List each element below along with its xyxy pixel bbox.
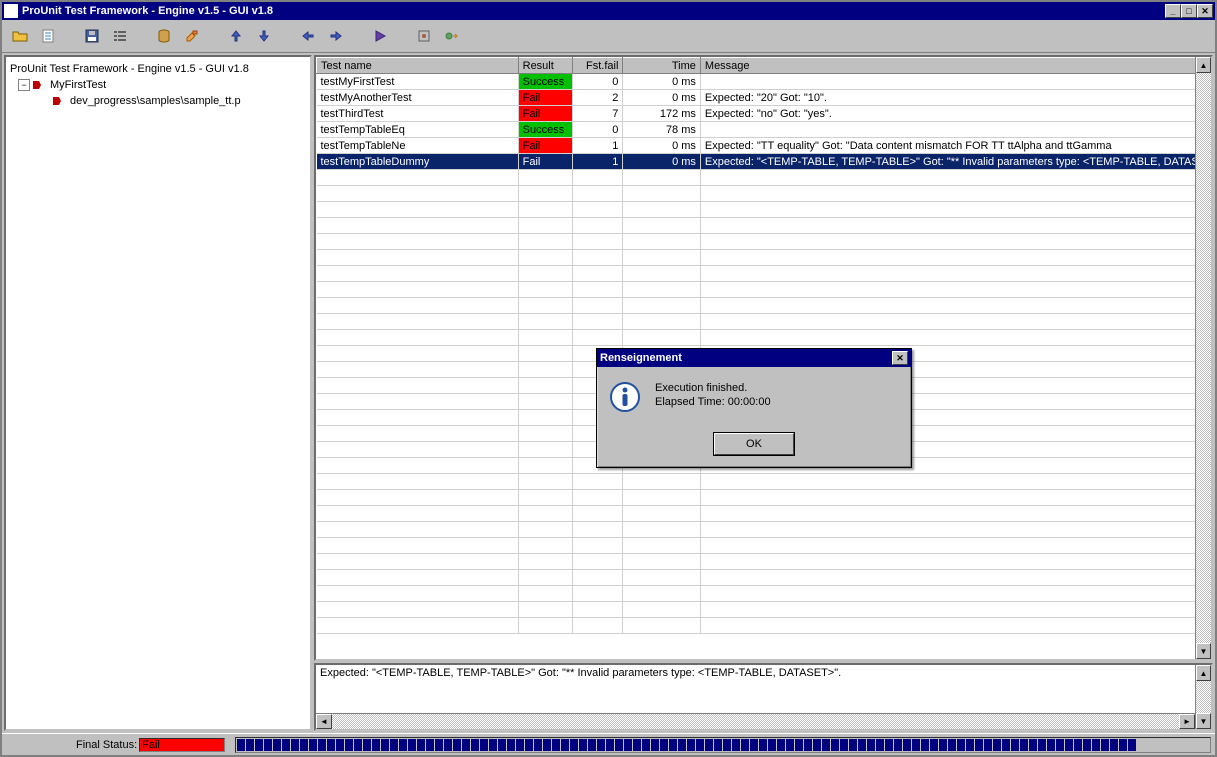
clear-button[interactable] [180,24,204,48]
scroll-up-icon[interactable]: ▲ [1196,665,1211,681]
dialog-message: Execution finished. Elapsed Time: 00:00:… [655,381,771,409]
table-row[interactable] [317,490,1211,506]
final-status-label: Final Status: [76,739,137,751]
table-row[interactable] [317,202,1211,218]
scroll-left-icon[interactable]: ◄ [316,714,332,729]
back-button[interactable] [296,24,320,48]
table-row[interactable] [317,506,1211,522]
scroll-down-icon[interactable]: ▼ [1196,713,1211,729]
table-row[interactable]: testMyAnotherTestFail20 msExpected: "20"… [317,90,1211,106]
detail-vscrollbar[interactable]: ▲ ▼ [1195,665,1211,729]
detail-hscrollbar[interactable]: ◄ ► [316,713,1195,729]
statusbar: Final Status: Fail [2,733,1215,755]
move-down-button[interactable] [252,24,276,48]
table-row[interactable] [317,474,1211,490]
close-button[interactable]: ✕ [1197,4,1213,18]
table-row[interactable]: testThirdTestFail7172 msExpected: "no" G… [317,106,1211,122]
table-row[interactable] [317,266,1211,282]
col-result[interactable]: Result [518,58,572,74]
tree-root[interactable]: ProUnit Test Framework - Engine v1.5 - G… [10,61,306,77]
dialog-close-button[interactable]: ✕ [892,351,908,365]
table-row[interactable] [317,250,1211,266]
toolbar [2,20,1215,53]
list-button[interactable] [108,24,132,48]
move-up-button[interactable] [224,24,248,48]
table-row[interactable] [317,298,1211,314]
table-row[interactable] [317,602,1211,618]
scroll-right-icon[interactable]: ► [1179,714,1195,729]
forward-button[interactable] [324,24,348,48]
tree-panel[interactable]: ProUnit Test Framework - Engine v1.5 - G… [4,55,312,731]
scroll-down-icon[interactable]: ▼ [1196,643,1211,659]
info-dialog: Renseignement ✕ Execution finished. Elap… [596,348,912,468]
table-row[interactable] [317,314,1211,330]
edit-button[interactable] [36,24,60,48]
table-row[interactable] [317,186,1211,202]
detail-text: Expected: "<TEMP-TABLE, TEMP-TABLE>" Got… [320,667,1207,679]
col-message[interactable]: Message [700,58,1210,74]
ok-button[interactable]: OK [714,433,794,455]
table-row[interactable] [317,554,1211,570]
progress-bar [235,737,1211,753]
window-title: ProUnit Test Framework - Engine v1.5 - G… [22,5,1165,17]
table-row[interactable]: testTempTableEqSuccess078 ms [317,122,1211,138]
database-button[interactable] [152,24,176,48]
maximize-button[interactable]: □ [1181,4,1197,18]
table-row[interactable] [317,586,1211,602]
table-row[interactable] [317,282,1211,298]
open-folder-button[interactable] [8,24,32,48]
table-row[interactable] [317,218,1211,234]
table-row[interactable] [317,330,1211,346]
table-row[interactable] [317,538,1211,554]
info-icon [609,381,641,413]
titlebar: ProUnit Test Framework - Engine v1.5 - G… [2,2,1215,20]
dialog-title: Renseignement [600,352,892,364]
tree-item[interactable]: dev_progress\samples\sample_tt.p [10,93,306,109]
run-button[interactable] [368,24,392,48]
save-button[interactable] [80,24,104,48]
final-status-value: Fail [139,738,225,752]
table-row[interactable] [317,234,1211,250]
dialog-titlebar: Renseignement ✕ [597,349,911,367]
table-row[interactable] [317,170,1211,186]
grid-vscrollbar[interactable]: ▲ ▼ [1195,57,1211,659]
table-row[interactable] [317,570,1211,586]
collapse-icon[interactable]: − [18,79,30,91]
col-time[interactable]: Time [623,58,701,74]
detail-panel[interactable]: Expected: "<TEMP-TABLE, TEMP-TABLE>" Got… [314,663,1213,731]
scroll-up-icon[interactable]: ▲ [1196,57,1211,73]
table-row[interactable]: testTempTableDummyFail10 msExpected: "<T… [317,154,1211,170]
config-button[interactable] [412,24,436,48]
col-fstfail[interactable]: Fst.fail [572,58,623,74]
file-icon [52,95,66,107]
test-icon [32,79,46,91]
tree-item[interactable]: − MyFirstTest [10,77,306,93]
table-row[interactable] [317,522,1211,538]
app-icon [4,4,18,18]
table-row[interactable] [317,618,1211,634]
col-testname[interactable]: Test name [317,58,519,74]
table-row[interactable]: testTempTableNeFail10 msExpected: "TT eq… [317,138,1211,154]
minimize-button[interactable]: _ [1165,4,1181,18]
table-row[interactable]: testMyFirstTestSuccess00 ms [317,74,1211,90]
export-button[interactable] [440,24,464,48]
